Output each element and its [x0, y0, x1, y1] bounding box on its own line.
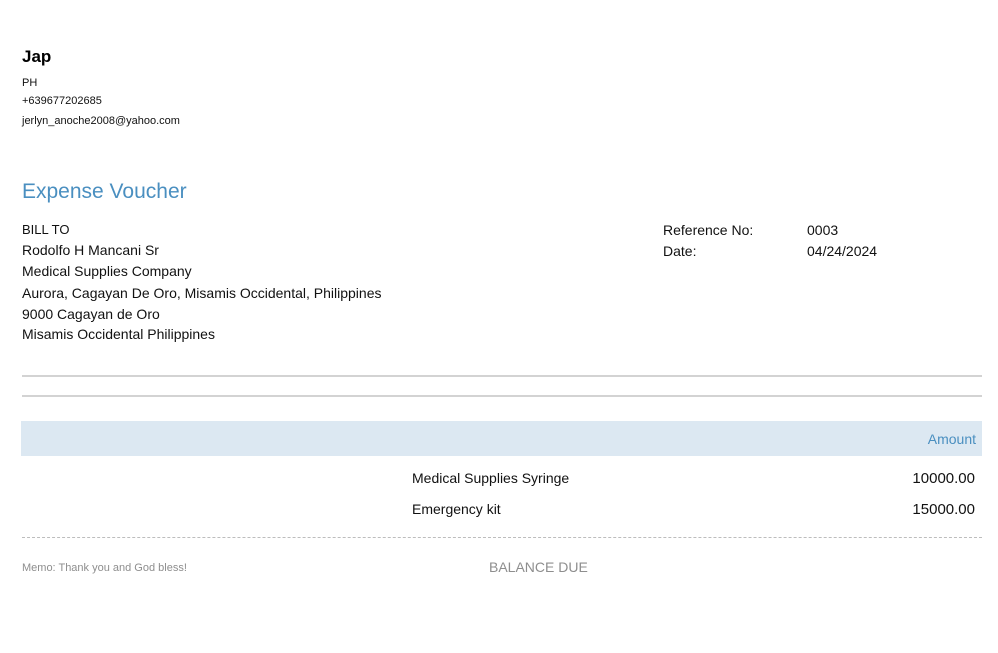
voucher-title: Expense Voucher — [22, 180, 187, 203]
amount-column-header: Amount — [927, 431, 976, 447]
company-name: Jap — [22, 47, 52, 66]
line-item-description: Emergency kit — [412, 501, 501, 517]
bill-to-city: 9000 Cagayan de Oro — [22, 306, 160, 322]
bill-to-name: Rodolfo H Mancani Sr — [22, 242, 159, 258]
expense-voucher-page: { "company": { "name": "Jap", "country":… — [0, 0, 998, 653]
bill-to-region: Misamis Occidental Philippines — [22, 326, 215, 342]
date-label: Date: — [663, 243, 697, 259]
divider-line — [22, 375, 982, 377]
divider-line — [22, 395, 982, 397]
line-item-amount: 10000.00 — [912, 470, 975, 487]
date-value: 04/24/2024 — [807, 243, 878, 259]
memo-text: Memo: Thank you and God bless! — [22, 562, 187, 574]
line-item-description: Medical Supplies Syringe — [412, 470, 570, 486]
reference-label: Reference No: — [663, 222, 754, 238]
bill-to-address: Aurora, Cagayan De Oro, Misamis Occident… — [22, 285, 382, 301]
bill-to-company: Medical Supplies Company — [22, 263, 192, 279]
line-item-amount: 15000.00 — [912, 501, 975, 518]
bill-to-label: BILL TO — [22, 222, 70, 237]
dashed-separator — [22, 537, 982, 538]
table-header: Amount — [21, 421, 982, 456]
company-email: jerlyn_anoche2008@yahoo.com — [22, 115, 180, 127]
company-phone: +639677202685 — [22, 95, 102, 107]
company-country: PH — [22, 77, 38, 89]
balance-due-label: BALANCE DUE — [489, 559, 588, 575]
reference-value: 0003 — [807, 222, 839, 238]
